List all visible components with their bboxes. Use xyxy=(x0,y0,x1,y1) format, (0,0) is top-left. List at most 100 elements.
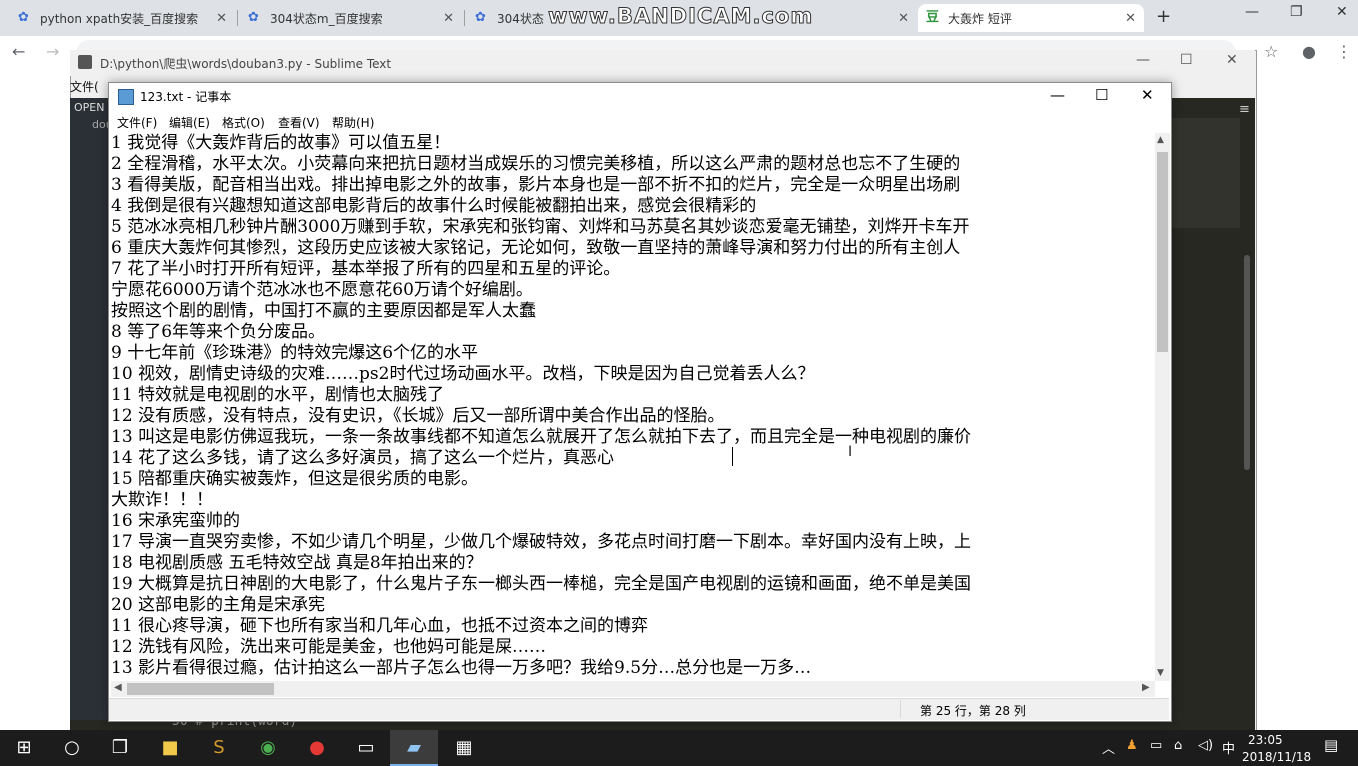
douban-icon: 豆 xyxy=(926,10,940,25)
tray-app-icon[interactable]: ♟ xyxy=(1126,738,1138,753)
text-line: 按照这个剧的剧情，中国打不赢的主要原因都是军人太蠢 xyxy=(111,301,536,321)
command-prompt-icon[interactable]: ▭ xyxy=(352,736,380,760)
sublime-minimize-button[interactable]: — xyxy=(1136,52,1150,68)
sublime-scrollbar[interactable] xyxy=(1244,255,1250,470)
notification-center-icon[interactable]: ▤ xyxy=(1324,736,1338,754)
text-line: 宁愿花6000万请个范冰冰也不愿意花60万请个好编剧。 xyxy=(111,280,533,300)
scroll-left-icon[interactable]: ◀ xyxy=(114,682,122,693)
menu-view[interactable]: 查看(V) xyxy=(278,114,320,131)
text-line: 13 叫这是电影仿佛逗我玩，一条一条故事线都不知道怎么就展开了怎么就拍下去了，而… xyxy=(111,427,972,447)
text-line: 2 全程滑稽，水平太次。小荧幕向来把抗日题材当成娱乐的习惯完美移植，所以这么严肃… xyxy=(111,154,961,174)
windows-start-icon[interactable]: ⊞ xyxy=(10,736,38,760)
tab-title: python xpath安装_百度搜索 xyxy=(40,11,199,26)
cursor-position-status: 第 25 行，第 28 列 xyxy=(920,704,1026,718)
browser-tab-2[interactable]: ✿ 304状态m_百度搜索 ✕ xyxy=(240,4,462,32)
text-line: 5 范冰冰亮相几秒钟片酬3000万赚到手软，宋承宪和张钧甯、刘烨和马苏莫名其妙谈… xyxy=(111,217,970,237)
text-line: 11 特效就是电视剧的水平，剧情也太脑残了 xyxy=(111,385,445,405)
sublime-title: D:\python\爬虫\words\douban3.py - Sublime … xyxy=(100,57,392,71)
new-tab-button[interactable]: + xyxy=(1156,6,1171,27)
text-line: 13 影片看得很过瘾，估计拍这么一部片子怎么也得一万多吧？我给9.5分…总分也是… xyxy=(111,658,812,678)
network-icon[interactable]: ⌂ xyxy=(1174,738,1182,753)
menu-help[interactable]: 帮助(H) xyxy=(332,114,374,131)
notepad-taskbar-icon[interactable]: ▰ xyxy=(400,736,428,760)
text-line: 1 我觉得《大轰炸背后的故事》可以值五星！ xyxy=(111,133,451,153)
text-line: 9 十七年前《珍珠港》的特效完爆这6个亿的水平 xyxy=(111,343,479,363)
paw-icon: ✿ xyxy=(248,10,259,25)
file-explorer-icon[interactable]: ■ xyxy=(156,736,184,760)
menu-format[interactable]: 格式(O) xyxy=(222,114,265,131)
scroll-right-icon[interactable]: ▶ xyxy=(1142,682,1150,693)
tab-title: 大轰炸 短评 xyxy=(948,11,1012,26)
notepad-title: 123.txt - 记事本 xyxy=(140,90,232,104)
notepad-text-area[interactable]: 1 我觉得《大轰炸背后的故事》可以值五星！ 2 全程滑稽，水平太次。小荧幕向来把… xyxy=(111,133,1154,681)
text-line: 20 这部电影的主角是宋承宪 xyxy=(111,595,326,615)
forward-icon[interactable]: → xyxy=(46,42,59,61)
paw-icon: ✿ xyxy=(475,10,486,25)
notepad-title-bar xyxy=(109,83,1169,111)
text-line: 18 电视剧质感 五毛特效空战 真是8年拍出来的？ xyxy=(111,553,483,573)
bookmark-star-icon[interactable]: ☆ xyxy=(1264,42,1278,61)
status-divider xyxy=(900,700,901,718)
tray-battery-icon[interactable]: ▭ xyxy=(1150,738,1162,753)
text-line: 7 花了半小时打开所有短评，基本举报了所有的四星和五星的评论。 xyxy=(111,259,621,279)
text-line: 11 很心疼导演，砸下也所有家当和几年心血，也抵不过资本之间的博弈 xyxy=(111,616,649,636)
sublime-menu-file[interactable]: 文件( xyxy=(70,78,110,98)
menu-file[interactable]: 文件(F) xyxy=(117,114,157,131)
ime-indicator[interactable]: 中 xyxy=(1222,738,1235,757)
text-line: 16 宋承宪蛮帅的 xyxy=(111,511,241,531)
close-tab-icon[interactable]: ✕ xyxy=(443,11,454,26)
text-line: 15 陪都重庆确实被轰炸，但这是很劣质的电影。 xyxy=(111,469,479,489)
close-tab-icon[interactable]: ✕ xyxy=(1125,11,1136,26)
text-line: 8 等了6年等来个负分废品。 xyxy=(111,322,326,342)
notepad-maximize-button[interactable]: ☐ xyxy=(1095,86,1108,104)
sublime-app-icon xyxy=(78,55,92,69)
notepad-minimize-button[interactable]: — xyxy=(1050,86,1065,104)
text-line: 4 我倒是很有兴趣想知道这部电影背后的故事什么时候能被翻拍出来，感觉会很精彩的 xyxy=(111,196,757,216)
text-line: 12 洗钱有风险，洗出来可能是美金，也他妈可能是屎…… xyxy=(111,637,547,657)
sublime-text-icon[interactable]: S xyxy=(205,736,233,760)
scroll-up-icon[interactable]: ▲ xyxy=(1157,135,1164,145)
tab-title: 304状态m_百度搜索 xyxy=(270,11,383,26)
text-line: 大欺诈！！！ xyxy=(111,490,213,510)
hamburger-icon[interactable]: ≡ xyxy=(1239,102,1250,117)
chrome-icon[interactable]: ◉ xyxy=(254,736,282,760)
tab-divider xyxy=(464,10,465,26)
close-tab-icon[interactable]: ✕ xyxy=(898,11,909,26)
sublime-close-button[interactable]: ✕ xyxy=(1226,52,1238,68)
volume-icon[interactable]: ◁) xyxy=(1198,738,1213,753)
vertical-scroll-thumb[interactable] xyxy=(1157,152,1168,352)
text-line: 6 重庆大轰炸何其惨烈，这段历史应该被大家铭记，无论如何，致敬一直坚持的萧峰导演… xyxy=(111,238,961,258)
menu-edit[interactable]: 编辑(E) xyxy=(169,114,210,131)
text-line: 3 看得美版，配音相当出戏。排出掉电影之外的故事，影片本身也是一部不折不扣的烂片… xyxy=(111,175,961,195)
scroll-down-icon[interactable]: ▼ xyxy=(1157,668,1164,678)
ibeam-cursor-icon: I xyxy=(848,444,853,460)
tab-title: 304状态 xyxy=(497,11,544,26)
close-tab-icon[interactable]: ✕ xyxy=(216,11,227,26)
notepad-close-button[interactable]: ✕ xyxy=(1141,86,1154,104)
paw-icon: ✿ xyxy=(18,10,29,25)
recording-watermark: www.BANDICAM.com xyxy=(547,4,814,29)
sublime-title-bar: D:\python\爬虫\words\douban3.py - Sublime … xyxy=(70,50,1255,76)
task-view-icon[interactable]: ❐ xyxy=(106,736,134,760)
sublime-sidebar-header: OPEN xyxy=(74,101,105,114)
sublime-maximize-button[interactable]: ☐ xyxy=(1180,52,1193,68)
horizontal-scroll-thumb[interactable] xyxy=(127,683,274,695)
sublime-minimap[interactable] xyxy=(1172,118,1240,228)
browser-tab-1[interactable]: ✿ python xpath安装_百度搜索 ✕ xyxy=(10,4,235,32)
bandicam-record-icon[interactable]: ● xyxy=(303,736,331,760)
browser-tab-4-active[interactable]: 豆 大轰炸 短评 ✕ xyxy=(918,4,1144,32)
clapperboard-icon[interactable]: ▦ xyxy=(450,736,478,760)
notepad-menubar: 文件(F) 编辑(E) 格式(O) 查看(V) 帮助(H) xyxy=(109,112,1169,132)
notepad-icon xyxy=(118,89,134,105)
menu-dots-icon[interactable]: ⋮ xyxy=(1336,42,1352,61)
tray-overflow-icon[interactable]: ︿ xyxy=(1102,738,1115,757)
maximize-window-button[interactable]: ❐ xyxy=(1290,4,1303,20)
text-caret xyxy=(732,447,733,466)
minimize-window-button[interactable]: — xyxy=(1245,4,1259,20)
profile-icon[interactable]: ● xyxy=(1302,42,1316,61)
search-circle-icon[interactable]: ○ xyxy=(58,736,86,760)
clock-date[interactable]: 2018/11/18 xyxy=(1242,750,1311,764)
close-window-button[interactable]: ✕ xyxy=(1336,4,1348,20)
back-icon[interactable]: ← xyxy=(12,42,25,61)
clock-time[interactable]: 23:05 xyxy=(1248,733,1283,747)
